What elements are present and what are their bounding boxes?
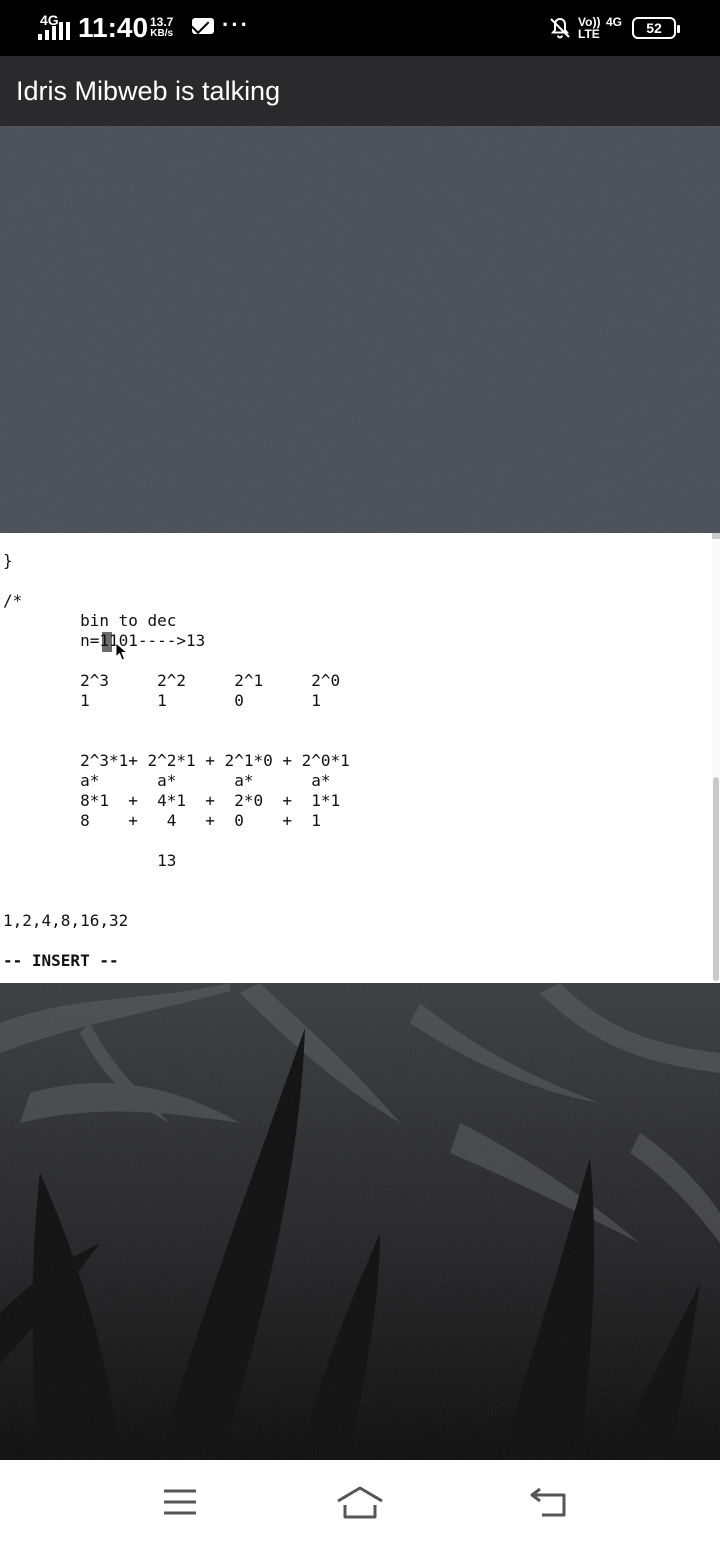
mute-bell-icon: [550, 17, 570, 39]
menu-icon: [164, 1489, 196, 1515]
leaf-wallpaper-image: [0, 983, 720, 1460]
noise-texture: [0, 126, 720, 533]
speed-value: 13.7: [150, 15, 174, 29]
home-icon: [337, 1486, 383, 1519]
shared-screen-wallpaper: [0, 983, 720, 1460]
code-line: 8 + 4 + 0 + 1: [3, 811, 321, 830]
page-title: Idris Mibweb is talking: [16, 76, 281, 106]
system-navigation-bar: [0, 1460, 720, 1544]
network-speed: 13.7 KB/s: [150, 16, 173, 40]
code-line: bin to dec: [3, 611, 177, 630]
code-line: a* a* a* a*: [3, 771, 331, 790]
recent-apps-button[interactable]: [150, 1480, 210, 1524]
shared-screen-upper-area: [0, 126, 720, 533]
vim-editor-terminal[interactable]: } /* bin to dec n=1101---->13 2^3 2^2 2^…: [0, 533, 720, 983]
code-line: 1 1 0 1: [3, 691, 321, 710]
mouse-pointer-icon: [115, 642, 129, 661]
battery-level: 52: [646, 20, 662, 36]
code-line: 2^3*1+ 2^2*1 + 2^1*0 + 2^0*1: [3, 751, 350, 770]
code-line: 1,2,4,8,16,32: [3, 911, 129, 930]
cellular-signal-icon: 4G: [36, 10, 76, 46]
app-header: Idris Mibweb is talking: [0, 56, 720, 126]
terminal-scrollbar[interactable]: [712, 533, 720, 983]
mail-icon: [192, 18, 214, 34]
battery-icon: 52: [632, 17, 680, 39]
more-notifications-icon: ···: [222, 12, 250, 37]
code-line: 13: [3, 851, 177, 870]
scrollbar-thumb[interactable]: [713, 777, 719, 981]
scroll-up-icon[interactable]: [712, 533, 720, 539]
back-icon: [530, 1487, 566, 1517]
code-line: 8*1 + 4*1 + 2*0 + 1*1: [3, 791, 341, 810]
home-button[interactable]: [330, 1480, 390, 1524]
code-line: /*: [3, 591, 23, 610]
status-bar: 4G 11:40 13.7 KB/s ··· Vo)) LTE 4G 52: [0, 0, 720, 56]
code-line: }: [3, 551, 13, 570]
clock: 11:40: [78, 12, 149, 43]
code-line: 2^3 2^2 2^1 2^0: [3, 671, 341, 690]
vim-mode-indicator: -- INSERT --: [3, 951, 119, 970]
back-button[interactable]: [518, 1480, 578, 1524]
volte-indicator: Vo)) LTE: [578, 15, 601, 41]
code-line: n=1101---->13: [3, 631, 206, 650]
speed-unit: KB/s: [150, 28, 174, 39]
